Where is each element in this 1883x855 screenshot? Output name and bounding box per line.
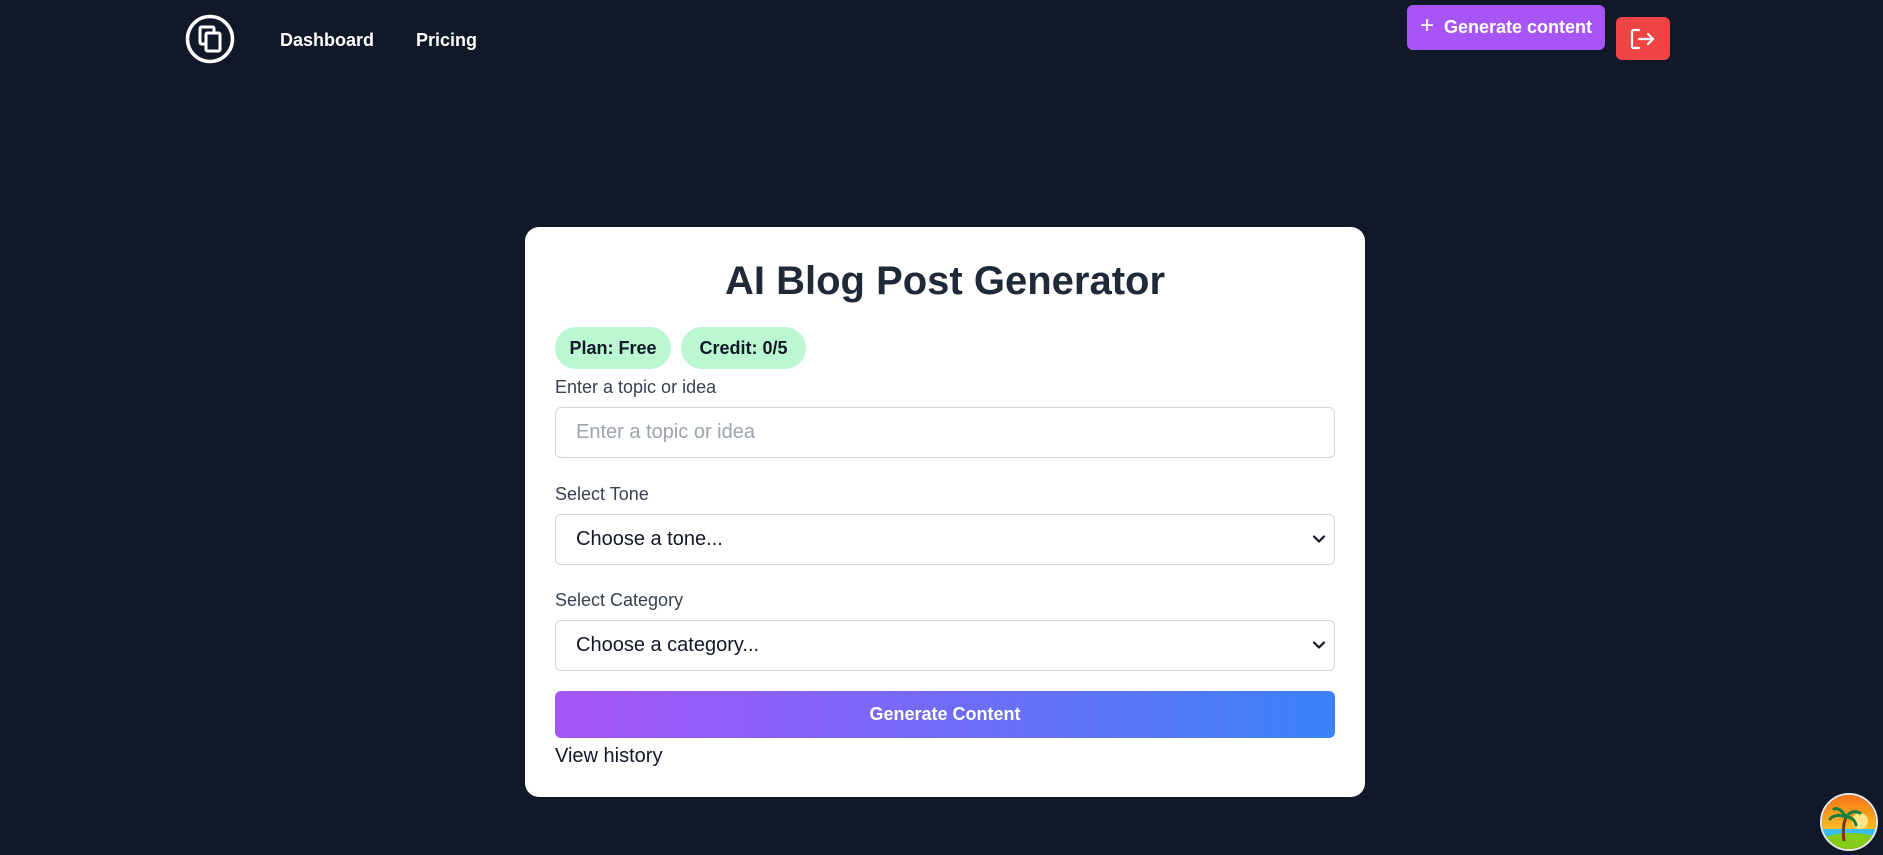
- logout-icon: [1630, 28, 1655, 49]
- nav-link-dashboard[interactable]: Dashboard: [280, 28, 374, 52]
- generate-content-label: Generate content: [1443, 17, 1593, 37]
- copy-icon: [185, 14, 235, 64]
- tone-selected-value: Choose a tone...: [576, 528, 723, 550]
- nav-link-pricing[interactable]: Pricing: [416, 28, 477, 52]
- avatar[interactable]: [1820, 793, 1878, 851]
- generate-content-submit-button[interactable]: Generate Content: [555, 691, 1335, 738]
- chevron-down-icon: [1312, 535, 1326, 543]
- logout-button[interactable]: [1616, 17, 1670, 60]
- view-history-link[interactable]: View history: [555, 743, 662, 769]
- generator-card: AI Blog Post Generator Plan: Free Credit…: [525, 227, 1365, 797]
- page-title: AI Blog Post Generator: [724, 259, 1166, 303]
- logo[interactable]: [185, 14, 235, 64]
- tone-label: Select Tone: [555, 484, 649, 504]
- category-selected-value: Choose a category...: [576, 634, 760, 656]
- category-label: Select Category: [555, 590, 684, 610]
- plus-icon: +: [1419, 12, 1434, 39]
- topic-input[interactable]: [555, 407, 1335, 458]
- topic-label: Enter a topic or idea: [555, 377, 717, 397]
- generate-content-button[interactable]: + Generate content: [1407, 5, 1605, 50]
- category-select[interactable]: Choose a category...: [555, 620, 1335, 671]
- plan-badge: Plan: Free: [555, 327, 671, 369]
- chevron-down-icon: [1312, 641, 1326, 649]
- credit-badge: Credit: 0/5: [681, 327, 806, 369]
- beach-avatar-icon: [1822, 795, 1876, 849]
- top-navbar: Dashboard Pricing + Generate content: [0, 0, 1883, 80]
- tone-select[interactable]: Choose a tone...: [555, 514, 1335, 565]
